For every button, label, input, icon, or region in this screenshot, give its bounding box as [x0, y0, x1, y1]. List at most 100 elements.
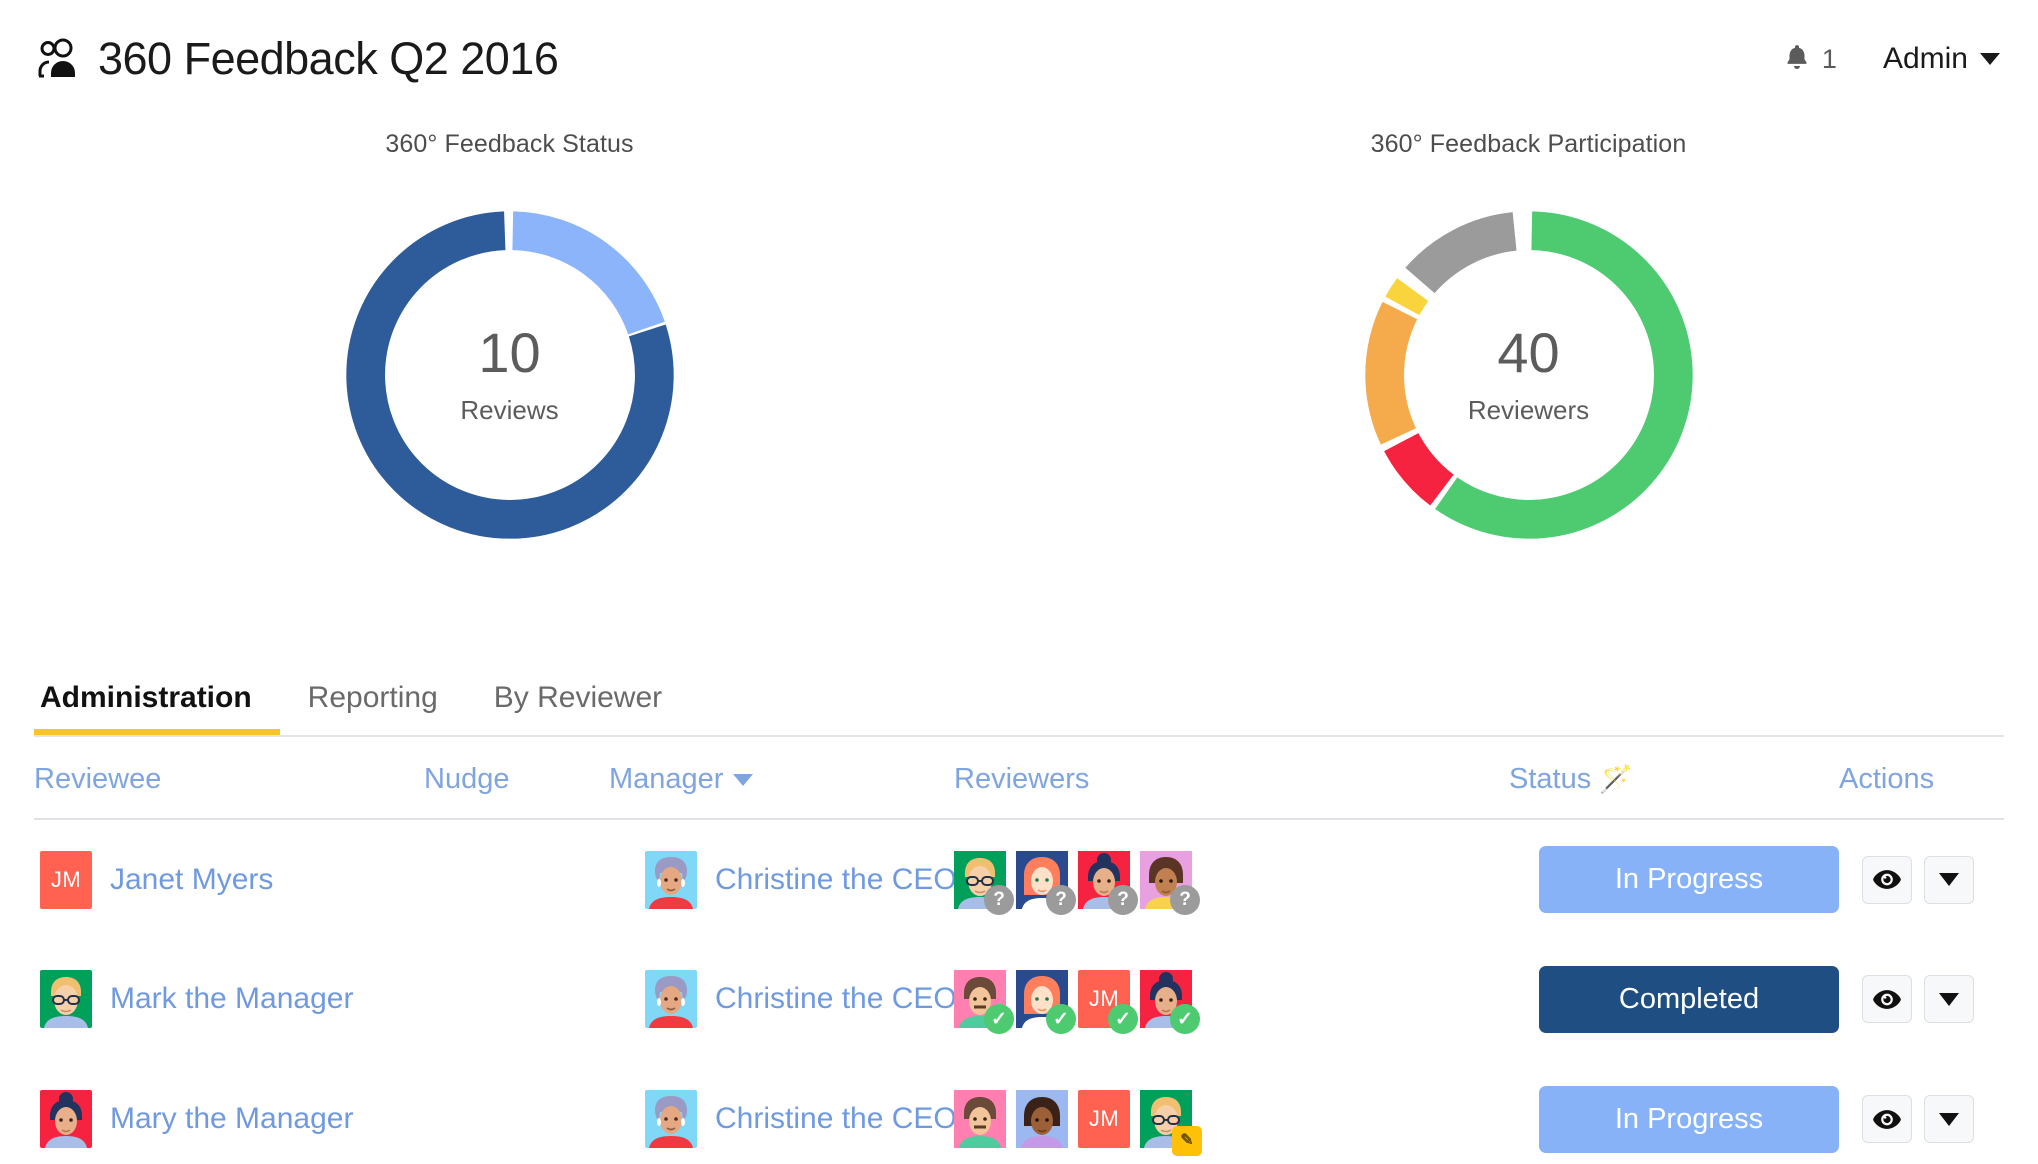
avatar	[645, 1090, 697, 1148]
cell-status: In Progress	[1509, 819, 1839, 939]
column-header-reviewee[interactable]: Reviewee	[34, 737, 424, 820]
cell-actions	[1839, 819, 2004, 939]
avatar	[40, 970, 92, 1028]
reviewer-avatar[interactable]: ✓	[1140, 970, 1200, 1034]
sort-descending-icon	[733, 774, 754, 787]
eye-icon	[1873, 870, 1901, 889]
status-badge-edit: ✎	[1172, 1126, 1202, 1156]
status-badge-pending: ?	[984, 884, 1014, 915]
reviewer-avatar[interactable]: ?	[954, 850, 1014, 915]
avatar	[645, 970, 697, 1028]
status-badge[interactable]: In Progress	[1539, 1085, 1839, 1153]
row-menu-button[interactable]	[1924, 855, 1974, 904]
eye-icon	[1873, 989, 1901, 1009]
cell-reviewee: Mary the Manager	[34, 1059, 424, 1164]
reviewee-person[interactable]: Mark the Manager	[34, 970, 424, 1028]
reviewer-avatar[interactable]: JM ✓	[1078, 970, 1138, 1034]
row-menu-button[interactable]	[1924, 975, 1974, 1023]
view-button[interactable]	[1862, 1095, 1912, 1143]
reviewer-avatar[interactable]: ✎	[1140, 1090, 1202, 1156]
reviewer-avatar[interactable]: ?	[1140, 850, 1200, 915]
tab-reporting[interactable]: Reporting	[280, 681, 466, 735]
chart-feedback-status: 360° Feedback Status 10 Reviews	[0, 130, 1019, 663]
avatar	[40, 1090, 92, 1148]
status-badge-pending: ?	[1108, 884, 1138, 915]
manager-name[interactable]: Christine the CEO	[715, 1102, 957, 1136]
notifications-button[interactable]: 1	[1782, 42, 1837, 77]
view-button[interactable]	[1862, 855, 1912, 904]
column-header-manager[interactable]: Manager	[609, 737, 954, 820]
chart-feedback-participation: 360° Feedback Participation 40 Reviewers	[1019, 130, 2038, 663]
cell-actions	[1839, 939, 2004, 1059]
row-menu-button[interactable]	[1924, 1095, 1974, 1143]
status-badge[interactable]: Completed	[1539, 965, 1839, 1033]
manager-name[interactable]: Christine the CEO	[715, 982, 957, 1016]
reviewers-list: ✓ ✓ JM ✓ ✓	[954, 970, 1509, 1034]
chart-title-participation: 360° Feedback Participation	[1370, 130, 1687, 158]
reviewer-avatar[interactable]: ?	[1078, 850, 1138, 915]
table-row[interactable]: Mary the Manager Christine the CEO JM ✎ …	[34, 1059, 2004, 1164]
header-actions: 1 Admin	[1782, 42, 2000, 77]
chart-title-status: 360° Feedback Status	[385, 130, 634, 158]
people-icon	[34, 35, 82, 83]
status-badge-pending: ?	[1170, 884, 1200, 915]
app-page: 360 Feedback Q2 2016 1 Admin 360° Feedba…	[0, 0, 2038, 1164]
column-header-actions: Actions	[1839, 737, 2004, 820]
cell-actions	[1839, 1059, 2004, 1164]
table-row[interactable]: Mark the Manager Christine the CEO ✓ ✓ J…	[34, 939, 2004, 1059]
bell-icon	[1782, 42, 1812, 77]
status-badge-complete: ✓	[984, 1004, 1014, 1034]
avatar	[645, 850, 697, 909]
reviewer-avatar[interactable]	[1016, 1090, 1068, 1148]
column-header-reviewers[interactable]: Reviewers	[954, 737, 1509, 820]
reviewee-name[interactable]: Janet Myers	[110, 863, 273, 897]
app-header: 360 Feedback Q2 2016 1 Admin	[0, 0, 2038, 118]
reviewer-avatar[interactable]: ✓	[1016, 970, 1076, 1034]
cell-reviewee: JM Janet Myers	[34, 819, 424, 939]
manager-person[interactable]: Christine the CEO	[609, 850, 957, 909]
charts-row: 360° Feedback Status 10 Reviews 360° Fee…	[0, 118, 2038, 663]
cell-nudge[interactable]	[424, 939, 609, 1059]
status-badge[interactable]: In Progress	[1539, 846, 1839, 913]
reviewee-name[interactable]: Mary the Manager	[110, 1102, 353, 1136]
cell-status: Completed	[1509, 939, 1839, 1059]
table-row[interactable]: JM Janet Myers Christine the CEO ? ? ? ?…	[34, 819, 2004, 939]
page-title: 360 Feedback Q2 2016	[98, 33, 559, 84]
reviewee-name[interactable]: Mark the Manager	[110, 982, 353, 1016]
reviewer-avatar[interactable]: JM	[1078, 1090, 1130, 1148]
chevron-down-icon	[1980, 53, 2000, 65]
reviews-table: Reviewee Nudge Manager Reviewers Status 🪄…	[34, 737, 2004, 1164]
reviewer-avatar[interactable]: ?	[1016, 850, 1076, 915]
magic-wand-icon: 🪄	[1599, 764, 1633, 794]
cell-nudge[interactable]	[424, 819, 609, 939]
reviewee-person[interactable]: Mary the Manager	[34, 1090, 424, 1148]
status-badge-complete: ✓	[1108, 1004, 1138, 1034]
column-header-nudge: Nudge	[424, 737, 609, 820]
tab-administration[interactable]: Administration	[34, 681, 280, 735]
column-header-status[interactable]: Status 🪄	[1509, 737, 1839, 820]
donut-status: 10 Reviews	[334, 199, 686, 551]
column-header-status-label: Status	[1509, 763, 1592, 795]
tab-by-reviewer[interactable]: By Reviewer	[466, 681, 690, 735]
view-button[interactable]	[1862, 975, 1912, 1023]
reviewer-avatar[interactable]: ✓	[954, 970, 1014, 1034]
reviewers-list: ? ? ? ?	[954, 850, 1509, 915]
reviewer-avatar[interactable]	[954, 1090, 1006, 1148]
admin-menu-button[interactable]: Admin	[1883, 42, 2000, 76]
manager-person[interactable]: Christine the CEO	[609, 1090, 957, 1148]
admin-label: Admin	[1882, 42, 1968, 75]
cell-reviewers: JM ✎	[954, 1059, 1509, 1164]
notification-count: 1	[1821, 43, 1837, 74]
status-badge-pending: ?	[1046, 884, 1076, 915]
chevron-down-icon	[1939, 992, 1959, 1006]
cell-manager: Christine the CEO	[609, 1059, 957, 1164]
manager-person[interactable]: Christine the CEO	[609, 970, 957, 1028]
cell-nudge[interactable]	[424, 1059, 609, 1164]
chevron-down-icon	[1939, 1112, 1959, 1126]
cell-reviewers: ? ? ? ?	[954, 819, 1509, 939]
status-badge-complete: ✓	[1170, 1004, 1200, 1034]
manager-name[interactable]: Christine the CEO	[715, 863, 957, 897]
reviewee-person[interactable]: JM Janet Myers	[34, 850, 424, 909]
table-body: JM Janet Myers Christine the CEO ? ? ? ?…	[34, 819, 2004, 1164]
cell-reviewee: Mark the Manager	[34, 939, 424, 1059]
